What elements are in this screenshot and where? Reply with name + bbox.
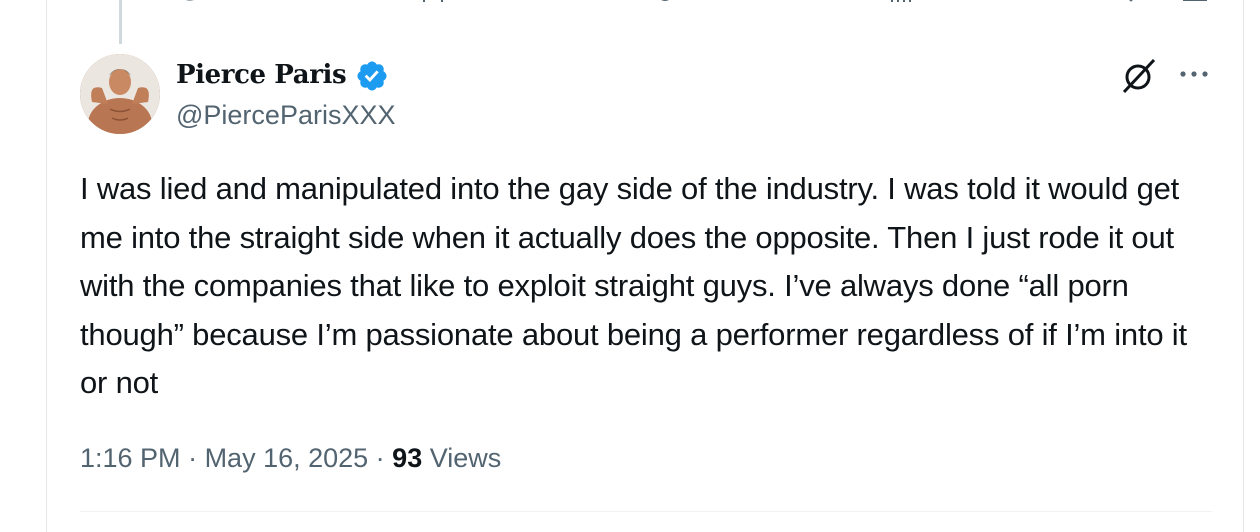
like-icon[interactable] bbox=[650, 0, 680, 10]
meta-separator-2: · bbox=[368, 443, 393, 473]
avatar-image bbox=[80, 54, 160, 134]
tweet-time[interactable]: 1:16 PM bbox=[80, 443, 181, 473]
views-label: Views bbox=[422, 443, 502, 473]
timeline-border-right bbox=[1243, 0, 1244, 532]
tweet-date[interactable]: May 16, 2025 bbox=[205, 443, 369, 473]
author-display-name[interactable]: Pierce Paris bbox=[176, 60, 347, 90]
meta-separator: · bbox=[180, 443, 205, 473]
verified-badge-icon[interactable] bbox=[355, 59, 389, 93]
bookmark-icon[interactable] bbox=[1116, 0, 1146, 10]
divider bbox=[80, 511, 1212, 512]
tweet-page: Pierce Paris @PierceParisXXX I was lied … bbox=[0, 0, 1260, 532]
grok-icon[interactable] bbox=[1120, 56, 1160, 96]
timeline-border-left bbox=[46, 0, 47, 532]
tweet-metadata: 1:16 PM · May 16, 2025 · 93 Views bbox=[80, 440, 501, 476]
views-count: 93 bbox=[392, 443, 423, 473]
author-handle[interactable]: @PierceParisXXX bbox=[176, 99, 395, 131]
previous-tweet-actions bbox=[0, 0, 1260, 10]
more-icon[interactable] bbox=[1176, 64, 1212, 84]
tweet-text: I was lied and manipulated into the gay … bbox=[80, 171, 1187, 400]
reply-icon[interactable] bbox=[176, 0, 206, 10]
views-icon[interactable] bbox=[886, 0, 916, 10]
share-icon[interactable] bbox=[1180, 0, 1210, 10]
avatar[interactable] bbox=[80, 54, 160, 134]
retweet-icon[interactable] bbox=[418, 0, 448, 10]
